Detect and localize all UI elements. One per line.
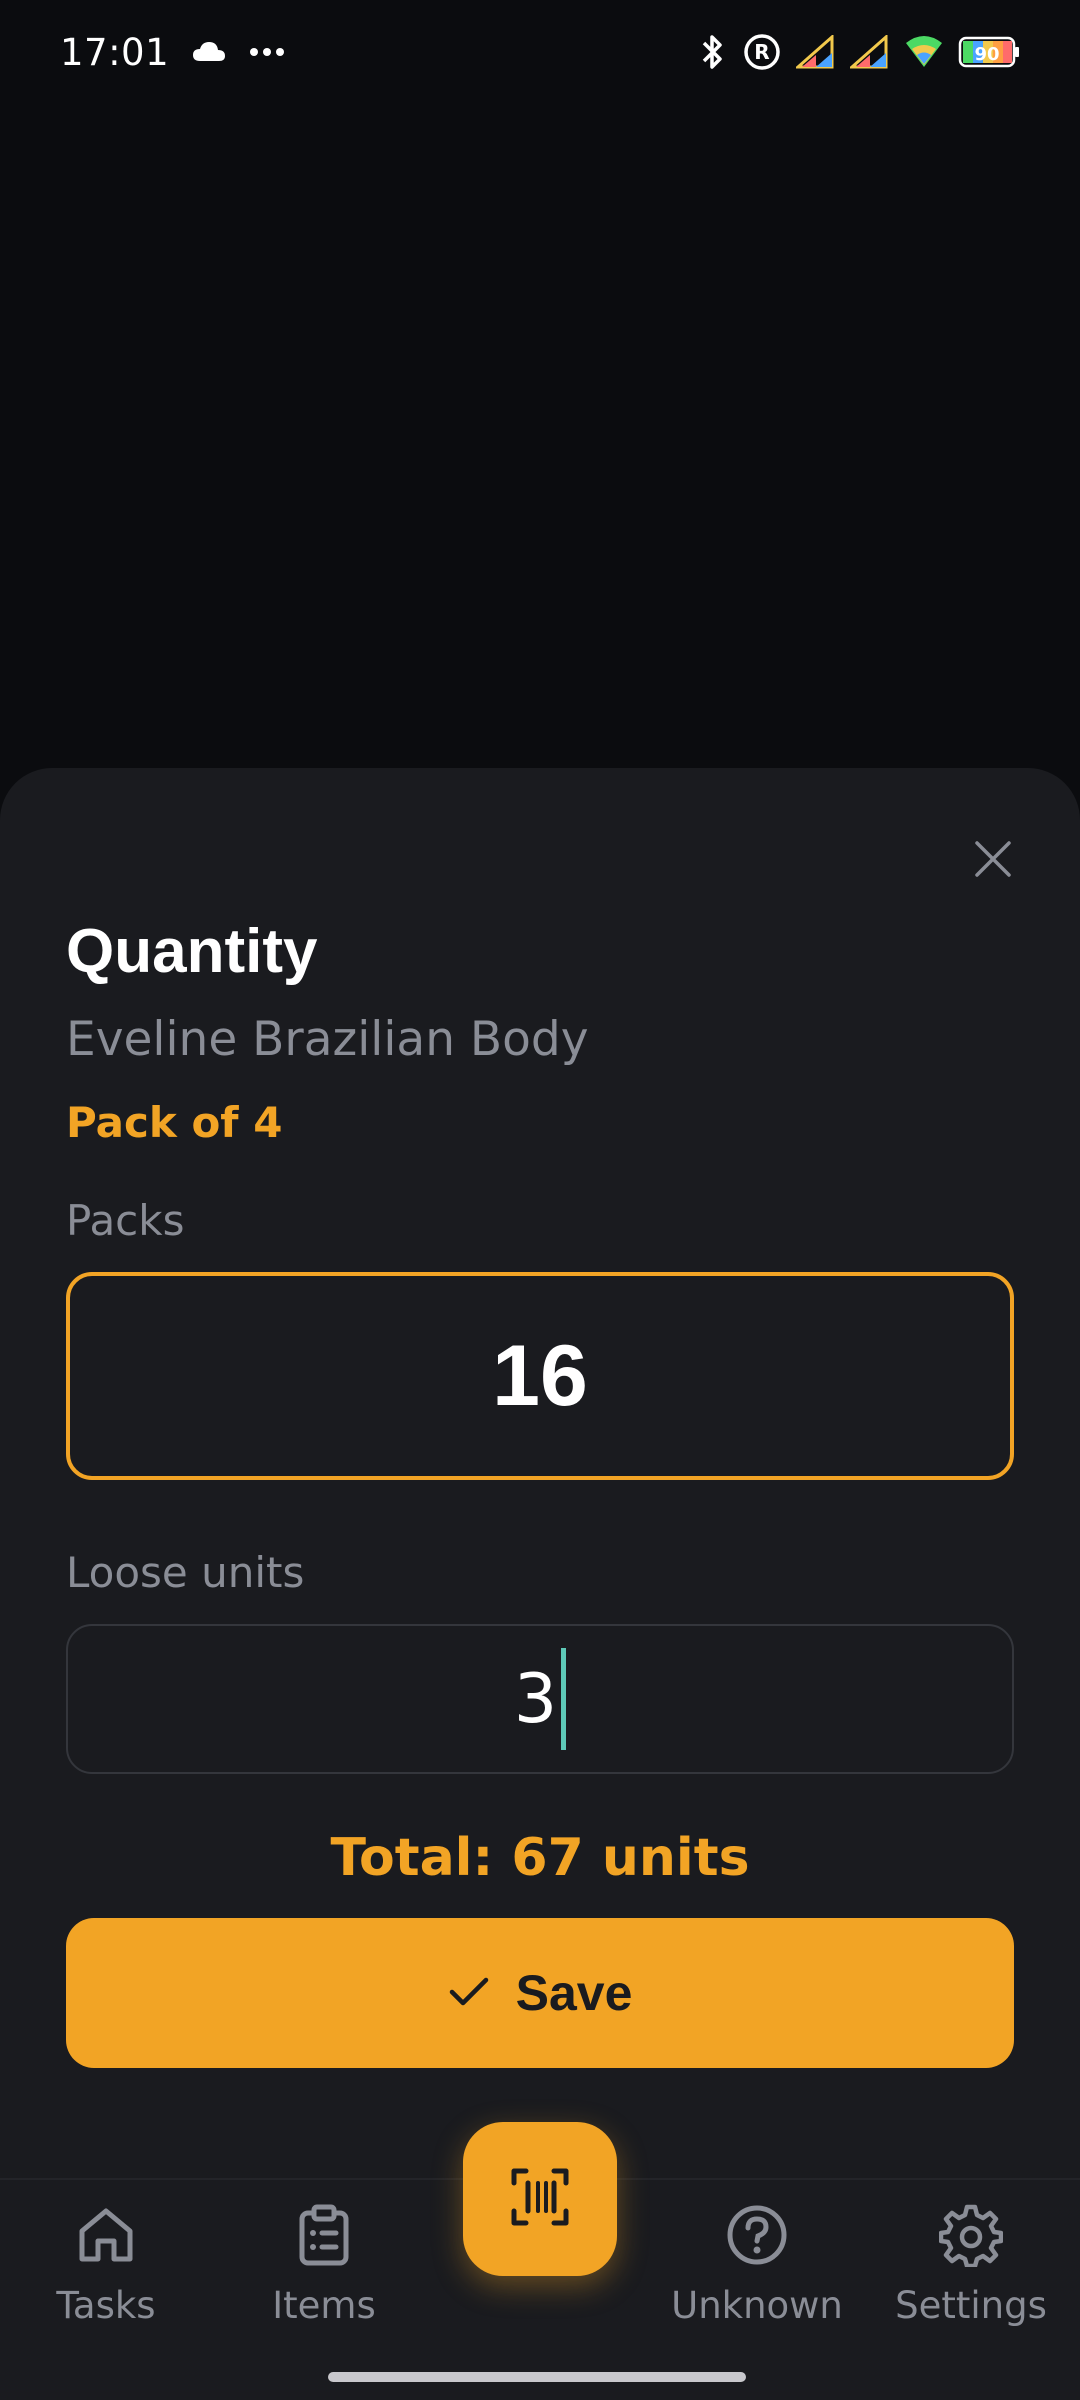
status-bar: 17:01 R 90 — [0, 0, 1080, 104]
nav-tasks-label: Tasks — [56, 2284, 156, 2327]
battery-icon: 90 — [958, 35, 1020, 69]
save-button[interactable]: Save — [66, 1918, 1014, 2068]
scan-barcode-button[interactable] — [463, 2122, 617, 2276]
home-icon — [71, 2200, 141, 2270]
more-dots-icon — [249, 47, 285, 57]
product-name: Eveline Brazilian Body — [66, 1012, 589, 1067]
packs-value: 16 — [492, 1327, 588, 1424]
packs-input[interactable]: 16 — [66, 1272, 1014, 1480]
status-time: 17:01 — [60, 30, 170, 74]
nav-items-label: Items — [272, 2284, 376, 2327]
text-caret — [561, 1648, 567, 1750]
wifi-icon — [904, 35, 944, 69]
nav-settings[interactable]: Settings — [871, 2200, 1071, 2340]
check-icon — [448, 1975, 490, 2012]
loose-units-label: Loose units — [66, 1548, 305, 1597]
nav-tasks[interactable]: Tasks — [6, 2200, 206, 2340]
screen: 17:01 R 90 Quantity Eveline Brazilian Bo… — [0, 0, 1080, 2400]
close-button[interactable] — [968, 836, 1018, 886]
svg-text:R: R — [754, 40, 769, 64]
loose-units-value: 3 — [513, 1659, 558, 1739]
nav-settings-label: Settings — [895, 2284, 1047, 2327]
total-units: Total: 67 units — [330, 1828, 750, 1888]
help-circle-icon — [722, 2200, 792, 2270]
bluetooth-icon — [698, 32, 728, 72]
svg-text:90: 90 — [974, 44, 999, 65]
gear-icon — [936, 2200, 1006, 2270]
save-label: Save — [515, 1965, 633, 2021]
barcode-scan-icon — [508, 2165, 572, 2233]
pack-size-label: Pack of 4 — [66, 1098, 283, 1147]
nav-unknown[interactable]: Unknown — [657, 2200, 857, 2340]
cloud-icon — [191, 39, 227, 65]
loose-units-input[interactable]: 3 — [66, 1624, 1014, 1774]
home-indicator[interactable] — [328, 2372, 746, 2382]
registered-icon: R — [742, 32, 782, 72]
sheet-title: Quantity — [66, 917, 318, 986]
clipboard-list-icon — [289, 2200, 359, 2270]
nav-unknown-label: Unknown — [671, 2284, 843, 2327]
signal-icon — [796, 35, 836, 69]
quantity-sheet: Quantity Eveline Brazilian Body Pack of … — [0, 768, 1080, 2178]
signal-icon — [850, 35, 890, 69]
nav-items[interactable]: Items — [224, 2200, 424, 2340]
close-icon — [973, 839, 1013, 883]
packs-label: Packs — [66, 1196, 185, 1245]
